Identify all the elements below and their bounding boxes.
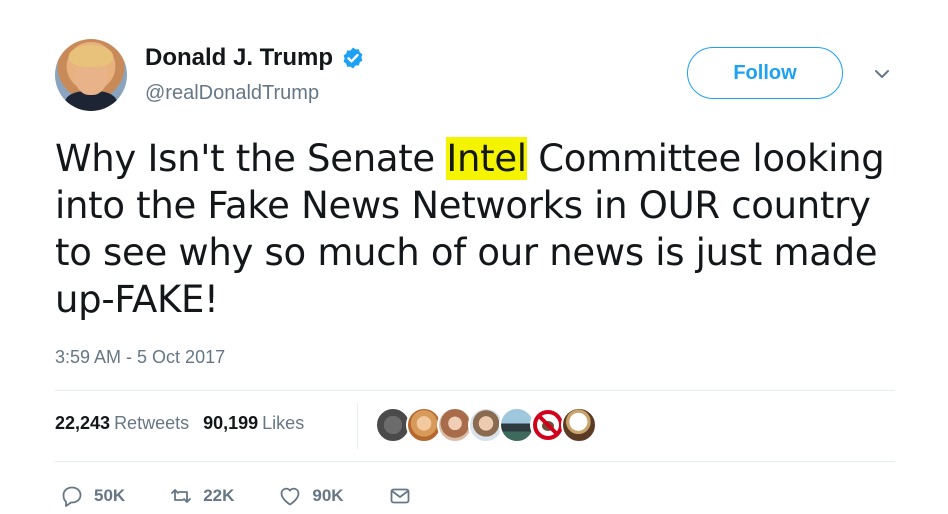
no-symbol-icon bbox=[533, 410, 563, 440]
retweet-count: 22K bbox=[203, 486, 235, 505]
tweet-actions: 50K 22K 90K bbox=[60, 484, 456, 508]
retweet-icon bbox=[171, 489, 192, 503]
envelope-icon bbox=[390, 488, 409, 504]
likes-label: Likes bbox=[262, 413, 305, 433]
follow-button[interactable]: Follow bbox=[687, 47, 843, 99]
liker-avatar[interactable] bbox=[561, 407, 597, 443]
stats-separator bbox=[357, 403, 358, 449]
author-avatar[interactable] bbox=[55, 39, 127, 111]
tweet-text: Why Isn't the Senate Intel Committee loo… bbox=[55, 135, 915, 323]
reply-count: 50K bbox=[94, 486, 126, 505]
author-handle[interactable]: @realDonaldTrump bbox=[145, 82, 319, 105]
retweets-stat[interactable]: 22,243 Retweets bbox=[55, 413, 189, 434]
verified-badge-icon bbox=[343, 47, 363, 69]
tweet-text-before: Why Isn't the Senate bbox=[55, 137, 447, 180]
reply-button[interactable]: 50K bbox=[60, 484, 125, 508]
divider-top bbox=[55, 390, 895, 391]
reply-icon bbox=[62, 486, 82, 507]
tweet-timestamp[interactable]: 3:59 AM - 5 Oct 2017 bbox=[55, 347, 225, 368]
author-name-row[interactable]: Donald J. Trump bbox=[145, 44, 365, 72]
likes-count: 90,199 bbox=[203, 413, 259, 433]
retweet-button[interactable]: 22K bbox=[169, 484, 234, 508]
direct-message-button[interactable] bbox=[388, 484, 412, 508]
retweets-label: Retweets bbox=[114, 413, 190, 433]
tweet-stats: 22,243 Retweets 90,199 Likes bbox=[55, 413, 304, 434]
likes-stat[interactable]: 90,199 Likes bbox=[203, 413, 304, 434]
author-display-name[interactable]: Donald J. Trump bbox=[145, 44, 333, 72]
heart-icon bbox=[280, 487, 300, 506]
like-button[interactable]: 90K bbox=[278, 484, 344, 508]
divider-bottom bbox=[55, 461, 895, 462]
avatar-hair bbox=[69, 45, 113, 67]
chevron-down-icon[interactable] bbox=[872, 64, 892, 84]
retweets-count: 22,243 bbox=[55, 413, 111, 433]
tweet-text-highlight: Intel bbox=[446, 137, 527, 180]
liker-avatars bbox=[375, 407, 597, 443]
like-count: 90K bbox=[312, 486, 344, 505]
